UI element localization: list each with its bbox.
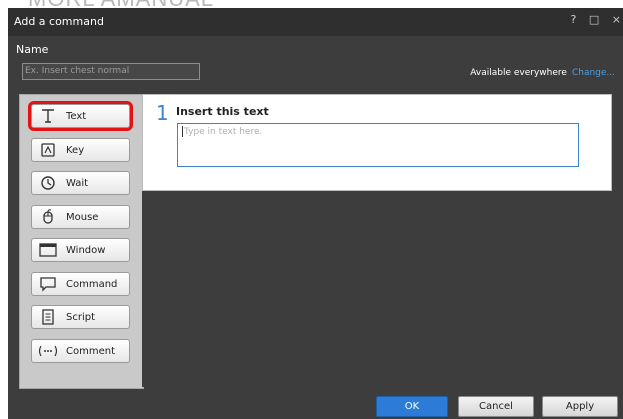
availability-info: Available everywhere Change... xyxy=(470,68,615,78)
command-label: Comment xyxy=(66,345,115,357)
change-availability-link[interactable]: Change... xyxy=(572,68,615,78)
wait-command-button[interactable]: Wait xyxy=(31,171,130,195)
mouse-command-button[interactable]: Mouse xyxy=(31,205,130,229)
ok-button[interactable]: OK xyxy=(376,396,448,417)
apply-button[interactable]: Apply xyxy=(542,396,618,417)
dialog-title: Add a command xyxy=(14,15,104,28)
command-label: Wait xyxy=(66,177,89,189)
command-label: Key xyxy=(66,144,85,156)
step-title: Insert this text xyxy=(176,105,269,118)
maximize-icon[interactable]: □ xyxy=(589,13,599,26)
window-command-button[interactable]: Window xyxy=(31,238,130,262)
steps-area xyxy=(142,191,610,387)
title-bar: Add a command ? □ × xyxy=(8,8,623,36)
command-name-input[interactable] xyxy=(22,63,200,80)
step-editor: 1 Insert this text Type in text here. xyxy=(142,94,612,191)
step-number: 1 xyxy=(156,101,169,125)
name-label: Name xyxy=(16,43,49,56)
command-label: Text xyxy=(66,110,87,122)
availability-text: Available everywhere xyxy=(470,68,567,78)
text-cursor xyxy=(182,126,183,137)
window-controls: ? □ × xyxy=(562,13,621,26)
text-command-button[interactable]: Text xyxy=(28,101,133,131)
mouse-icon xyxy=(36,209,60,225)
text-t-icon xyxy=(36,108,60,124)
comment-command-button[interactable]: Comment xyxy=(31,339,130,363)
help-icon[interactable]: ? xyxy=(571,13,577,26)
command-label: Script xyxy=(66,311,96,323)
key-command-button[interactable]: Key xyxy=(31,138,130,162)
command-label: Window xyxy=(66,244,106,256)
script-icon xyxy=(36,309,60,325)
script-command-button[interactable]: Script xyxy=(31,305,130,329)
insert-text-placeholder: Type in text here. xyxy=(184,127,263,137)
command-label: Command xyxy=(66,278,118,290)
close-icon[interactable]: × xyxy=(612,13,621,26)
window-icon xyxy=(36,243,60,257)
speech-bubble-icon xyxy=(36,276,60,292)
command-type-panel: Text Key Wait Mouse Window Command Scrip… xyxy=(19,94,144,389)
insert-text-field[interactable]: Type in text here. xyxy=(177,123,579,167)
add-command-dialog: Add a command ? □ × Name Available every… xyxy=(8,8,623,419)
ellipsis-icon xyxy=(36,344,60,358)
command-label: Mouse xyxy=(66,211,99,223)
command-command-button[interactable]: Command xyxy=(31,272,130,296)
key-icon xyxy=(36,142,60,158)
clock-icon xyxy=(36,175,60,191)
cancel-button[interactable]: Cancel xyxy=(458,396,534,417)
